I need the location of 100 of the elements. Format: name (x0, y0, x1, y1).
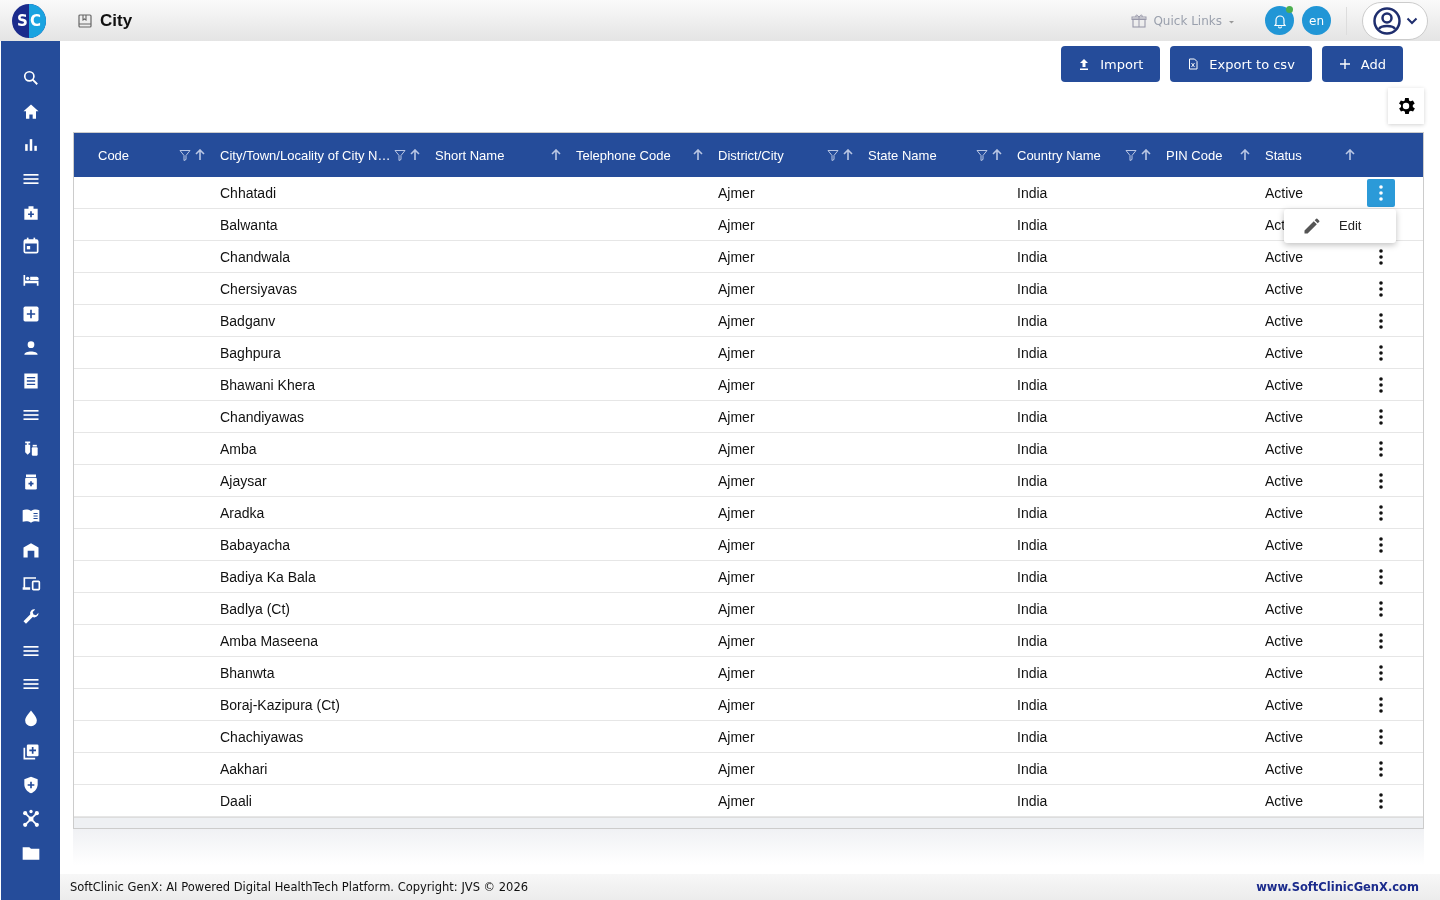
table-cell: Ajmer (718, 504, 755, 521)
table-cell: Ajmer (718, 344, 755, 361)
table-cell: Daali (220, 792, 252, 809)
table-cell: India (1017, 504, 1048, 521)
filter-icon (394, 148, 406, 162)
table-cell: Active (1265, 568, 1304, 585)
table-cell: Bhawani Khera (220, 376, 315, 393)
kebab-icon (1379, 536, 1383, 553)
notifications-button[interactable] (1265, 6, 1294, 35)
table-cell: Active (1265, 408, 1304, 425)
sort-filter-controls[interactable] (179, 148, 206, 162)
table-cell: Bhanwta (220, 664, 275, 681)
table-cell: Ajmer (718, 600, 755, 617)
website-link[interactable]: www.SoftClinicGenX.com (1256, 880, 1419, 894)
table-cell: Ajmer (718, 376, 755, 393)
column-header[interactable]: Code (98, 147, 130, 163)
table-cell: Active (1265, 376, 1304, 393)
sort-filter-controls[interactable] (1125, 148, 1152, 162)
sort-arrow-icon (991, 149, 1003, 161)
table-cell: Chhatadi (220, 184, 277, 201)
edit-menu-item[interactable]: Edit (1284, 212, 1396, 239)
column-header[interactable]: State Name (868, 147, 937, 163)
table-cell: Act (1265, 216, 1286, 233)
table-cell: Balwanta (220, 216, 278, 233)
table-cell: India (1017, 696, 1048, 713)
table-cell: India (1017, 216, 1048, 233)
table-cell: India (1017, 472, 1048, 489)
table-cell: Ajmer (718, 632, 755, 649)
sort-arrow-icon (409, 149, 421, 161)
column-header[interactable]: City/Town/Locality of City N… (220, 147, 391, 163)
column-header[interactable]: Telephone Code (576, 147, 671, 163)
table-cell: India (1017, 728, 1048, 745)
table-cell: Ajmer (718, 440, 755, 457)
table-cell: India (1017, 600, 1048, 617)
table-cell: Active (1265, 536, 1304, 553)
sort-filter-controls[interactable] (827, 148, 854, 162)
kebab-icon (1379, 696, 1383, 713)
table-cell: Ajmer (718, 536, 755, 553)
table-cell: Ajmer (718, 184, 755, 201)
column-header[interactable]: Country Name (1017, 147, 1101, 163)
kebab-icon (1379, 248, 1383, 265)
sort-arrow-icon (1239, 149, 1251, 161)
table-cell: Active (1265, 344, 1304, 361)
table-cell: Active (1265, 312, 1304, 329)
upload-icon (1078, 58, 1091, 70)
column-header[interactable]: PIN Code (1166, 147, 1223, 163)
kebab-icon (1379, 568, 1383, 585)
filter-icon (1125, 148, 1137, 162)
sort-filter-controls[interactable] (692, 149, 704, 161)
import-button[interactable]: Import (1061, 46, 1161, 82)
table-cell: India (1017, 312, 1048, 329)
sort-filter-controls[interactable] (394, 148, 421, 162)
table-cell: Badlya (Ct) (220, 600, 291, 617)
table-cell: India (1017, 760, 1048, 777)
table-cell: Ajmer (718, 728, 755, 745)
sort-filter-controls[interactable] (1344, 149, 1356, 161)
page-title: City (100, 10, 133, 31)
table-cell: Active (1265, 696, 1304, 713)
avatar-icon (1372, 6, 1401, 35)
export-button[interactable]: Export to csv (1170, 46, 1312, 82)
column-header[interactable]: District/City (718, 147, 784, 163)
kebab-icon (1379, 376, 1383, 393)
table-cell: Chachiyawas (220, 728, 304, 745)
kebab-icon (1379, 472, 1383, 489)
add-button[interactable]: Add (1321, 46, 1403, 82)
table-cell: India (1017, 536, 1048, 553)
bell-icon (1271, 12, 1288, 29)
settings-button[interactable] (1388, 88, 1424, 124)
column-header[interactable]: Status (1265, 147, 1302, 163)
table-cell: Active (1265, 440, 1304, 457)
table-cell: Chandiyawas (220, 408, 305, 425)
table-cell: Amba (220, 440, 257, 457)
kebab-icon (1379, 664, 1383, 681)
profile-button[interactable] (1362, 1, 1428, 40)
table-cell: Ajmer (718, 280, 755, 297)
table-cell: India (1017, 440, 1048, 457)
table-cell: Active (1265, 472, 1304, 489)
table-cell: Active (1265, 600, 1304, 617)
table-cell: Amba Maseena (220, 632, 319, 649)
hub-icon (20, 809, 41, 830)
table-cell: Active (1265, 632, 1304, 649)
sort-filter-controls[interactable] (550, 149, 562, 161)
table-cell: India (1017, 248, 1048, 265)
sort-filter-controls[interactable] (1239, 149, 1251, 161)
column-header[interactable]: Short Name (435, 147, 505, 163)
sort-filter-controls[interactable] (976, 148, 1003, 162)
table-cell: Badganv (220, 312, 276, 329)
table-cell: India (1017, 568, 1048, 585)
page-icon (77, 12, 93, 29)
kebab-icon (1379, 312, 1383, 329)
table-cell: Active (1265, 280, 1304, 297)
row-actions-button[interactable] (1367, 178, 1395, 207)
table-cell: Active (1265, 728, 1304, 745)
copyright-text: SoftClinic GenX: AI Powered Digital HealthTech Platform. Copyright: JVS © 2026 (70, 880, 528, 894)
kebab-icon (1379, 408, 1383, 425)
table-cell: Ajmer (718, 248, 755, 265)
table-cell: Active (1265, 504, 1304, 521)
chevron-down-icon (1405, 16, 1418, 25)
filter-icon (827, 148, 839, 162)
kebab-icon (1379, 344, 1383, 361)
